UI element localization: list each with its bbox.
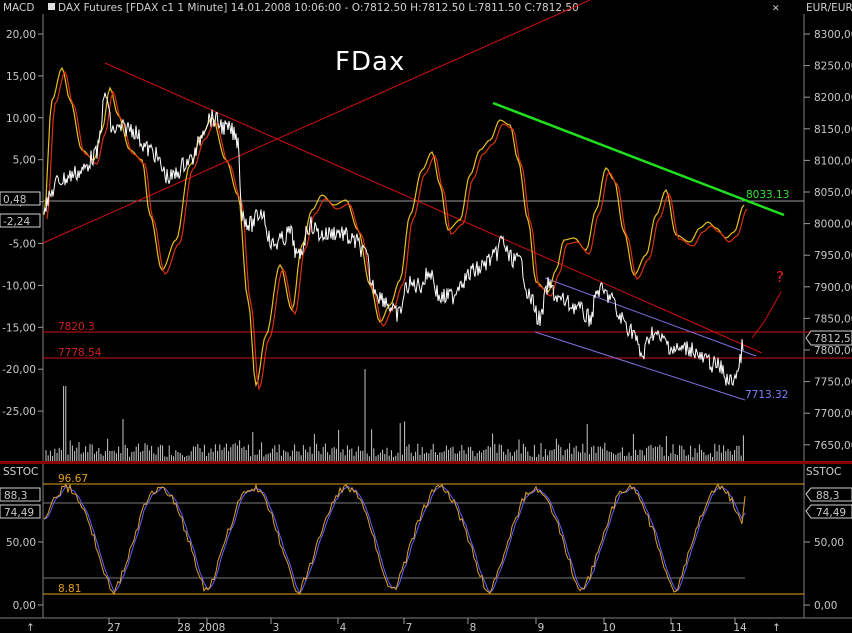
svg-text:74,49: 74,49	[4, 507, 34, 519]
price-tick-label: 7700,00	[814, 408, 852, 420]
macd-tick-label: 20,00	[6, 29, 36, 41]
svg-text:88,3: 88,3	[4, 490, 27, 502]
svg-text:-2,24: -2,24	[3, 216, 30, 228]
macd-tick-label: -5,00	[9, 239, 36, 251]
svg-text:0,48: 0,48	[3, 194, 26, 206]
chart-header-title: DAX Futures [FDAX c1 1 Minute] 14.01.200…	[58, 2, 579, 14]
level-label-7778: 7778.54	[58, 347, 102, 359]
date-tick-label: 11	[669, 622, 682, 633]
sstoc-tick-label: 0,00	[13, 600, 36, 612]
sstoc-badge-left-1: 88,3	[0, 487, 41, 502]
date-tick-label: 28	[177, 622, 190, 633]
price-tick-label: 7950,00	[814, 250, 852, 262]
series-swatch-icon	[48, 3, 55, 10]
macd-tick-label: -20,00	[2, 364, 36, 376]
price-tick-label: 8000,00	[814, 219, 852, 231]
sstoc-right-tick-label: 0,00	[814, 600, 837, 612]
price-tick-label: 7800,00	[814, 345, 852, 357]
macd-panel-label: MACD	[3, 2, 34, 14]
macd-tick-label: -10,00	[2, 280, 36, 292]
date-axis-start-arrow: ↑	[26, 622, 35, 633]
date-tick-label: 14	[733, 622, 747, 633]
sstoc-tick-label: 50,00	[6, 537, 36, 549]
level-label-7820: 7820.3	[58, 321, 95, 333]
price-tick-label: 8150,00	[814, 124, 852, 136]
price-tick-label: 8200,00	[814, 92, 852, 104]
price-tick-label: 7650,00	[814, 440, 852, 452]
price-tick-label: 8250,00	[814, 61, 852, 73]
price-tick-label: 8050,00	[814, 187, 852, 199]
date-axis-end-arrow: ↑	[772, 622, 781, 633]
date-tick-label: 7	[406, 622, 413, 633]
price-tick-label: 7900,00	[814, 282, 852, 294]
sstoc-badge-right-1: 88,3	[805, 487, 852, 502]
price-badge: 7812,50	[805, 330, 852, 346]
date-tick-label: 3	[273, 622, 280, 633]
macd-tick-label: -15,00	[2, 322, 36, 334]
date-tick-label: 8	[470, 622, 477, 633]
svg-text:74,49: 74,49	[816, 507, 846, 519]
currency-label: EUR/EUR	[806, 2, 852, 14]
sstoc-level-low-label: 8.81	[58, 583, 81, 595]
macd-badge-1: 0,48	[0, 191, 41, 206]
svg-text:7812,50: 7812,50	[814, 333, 852, 345]
svg-text:88,3: 88,3	[816, 490, 839, 502]
price-tick-label: 7750,00	[814, 377, 852, 389]
date-tick-label: 2008	[199, 622, 226, 633]
chart-canvas: MACD DAX Futures [FDAX c1 1 Minute] 14.0…	[0, 0, 852, 633]
sstoc-badge-left-2: 74,49	[0, 504, 41, 519]
sstoc-level-high-label: 96.67	[58, 473, 88, 485]
macd-tick-label: -25,00	[2, 406, 36, 418]
date-tick-label: 27	[107, 622, 120, 633]
macd-badge-2: -2,24	[0, 213, 41, 228]
date-tick-label: 4	[340, 622, 347, 633]
channel-value: 7713.32	[745, 389, 788, 401]
close-icon[interactable]: ✕	[772, 4, 780, 14]
price-tick-label: 7850,00	[814, 313, 852, 325]
macd-tick-label: 15,00	[6, 71, 36, 83]
date-tick-label: 9	[538, 622, 545, 633]
fdax-annotation: FDax	[335, 47, 405, 77]
sstoc-right-tick-label: 50,00	[814, 537, 844, 549]
question-mark: ?	[776, 268, 784, 286]
sstoc-badge-right-2: 74,49	[805, 504, 852, 519]
sstoc-panel-label: SSTOC	[3, 466, 38, 478]
sstoc-panel-label-right: SSTOC	[806, 466, 841, 478]
date-tick-label: 10	[602, 622, 615, 633]
price-tick-label: 8100,00	[814, 155, 852, 167]
panel-splitter[interactable]	[0, 461, 852, 464]
macd-tick-label: 5,00	[13, 155, 36, 167]
green-line-value: 8033.13	[746, 189, 789, 201]
macd-tick-label: 10,00	[6, 113, 36, 125]
price-tick-label: 8300,00	[814, 29, 852, 41]
